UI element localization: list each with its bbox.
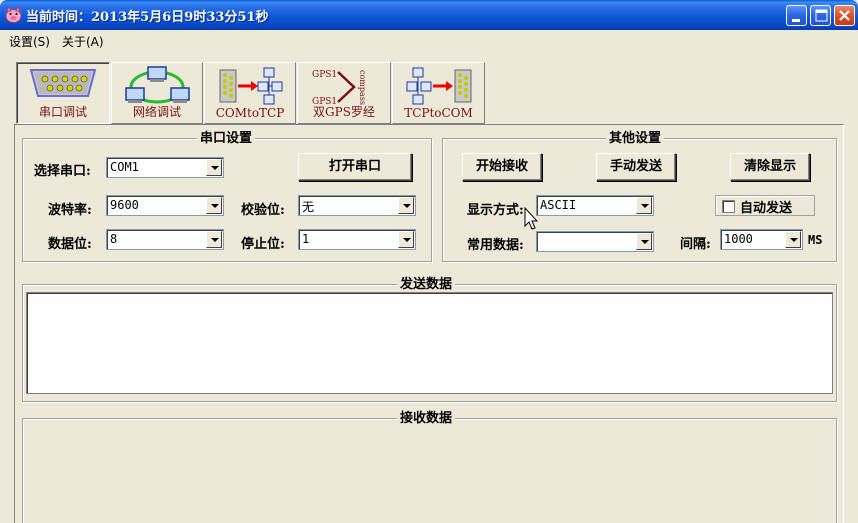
port-value: COM1 bbox=[110, 160, 139, 174]
tab-label: TCPtoCOM bbox=[404, 106, 473, 120]
receive-data-group: 接收数据 bbox=[22, 411, 837, 523]
title-bar[interactable]: 当前时间：2013年5月6日9时33分51秒 bbox=[0, 0, 858, 30]
interval-value: 1000 bbox=[724, 232, 753, 246]
tab-com-to-tcp[interactable]: COMtoTCP bbox=[204, 62, 296, 124]
common-data-select[interactable] bbox=[536, 231, 654, 252]
interval-select[interactable]: 1000 bbox=[720, 229, 803, 250]
display-mode-select[interactable]: ASCII bbox=[536, 195, 654, 216]
minimize-button[interactable] bbox=[786, 5, 807, 26]
stopbits-label: 停止位: bbox=[241, 237, 285, 252]
tab-label: 网络调试 bbox=[132, 105, 181, 119]
tab-label: 串口调试 bbox=[38, 105, 87, 119]
chevron-down-icon[interactable] bbox=[206, 159, 222, 176]
chevron-down-icon[interactable] bbox=[636, 233, 652, 250]
group-title: 接收数据 bbox=[397, 411, 456, 426]
mouse-cursor-icon bbox=[524, 207, 538, 230]
chevron-down-icon[interactable] bbox=[636, 197, 652, 214]
tcp-to-com-icon bbox=[406, 67, 471, 105]
tab-tcp-to-com[interactable]: TCPtoCOM bbox=[392, 62, 485, 124]
send-data-textarea[interactable] bbox=[26, 292, 833, 394]
baud-select[interactable]: 9600 bbox=[106, 195, 224, 216]
serial-port-icon bbox=[29, 69, 97, 97]
maximize-button[interactable] bbox=[810, 5, 831, 26]
tab-network-debug[interactable]: 网络调试 bbox=[111, 62, 203, 124]
parity-label: 校验位: bbox=[241, 203, 285, 218]
menu-bar: 设置(S) 关于(A) bbox=[0, 30, 858, 50]
parity-value: 无 bbox=[302, 200, 315, 214]
stopbits-select[interactable]: 1 bbox=[298, 229, 416, 250]
maximize-icon bbox=[815, 9, 828, 22]
com-to-tcp-icon bbox=[219, 67, 283, 105]
pig-app-icon bbox=[5, 7, 22, 23]
baud-value: 9600 bbox=[110, 198, 139, 212]
compass-side-text: compass bbox=[358, 70, 367, 105]
menu-settings[interactable]: 设置(S) bbox=[9, 33, 50, 50]
open-port-button[interactable]: 打开串口 bbox=[298, 153, 412, 181]
tool-tabs: 串口调试 网络调试 COMtoTCP GPS1 GPS1 compass 双GP bbox=[0, 52, 858, 124]
clear-display-button[interactable]: 清除显示 bbox=[730, 153, 810, 181]
databits-select[interactable]: 8 bbox=[106, 229, 224, 250]
auto-send-checkbox[interactable] bbox=[722, 200, 735, 213]
tab-serial-debug[interactable]: 串口调试 bbox=[16, 62, 110, 124]
chevron-down-icon[interactable] bbox=[785, 231, 801, 248]
close-icon bbox=[839, 10, 850, 21]
start-receive-button[interactable]: 开始接收 bbox=[462, 153, 542, 181]
gps-compass-icon: GPS1 GPS1 compass bbox=[312, 70, 367, 107]
chevron-down-icon[interactable] bbox=[398, 231, 414, 248]
chevron-down-icon[interactable] bbox=[206, 231, 222, 248]
interval-unit: MS bbox=[808, 233, 823, 247]
chevron-down-icon[interactable] bbox=[206, 197, 222, 214]
display-mode-label: 显示方式: bbox=[467, 203, 524, 218]
group-title: 其他设置 bbox=[606, 131, 665, 146]
menu-about[interactable]: 关于(A) bbox=[62, 33, 104, 50]
network-icon bbox=[125, 66, 190, 104]
manual-send-button[interactable]: 手动发送 bbox=[596, 153, 676, 181]
close-button[interactable] bbox=[834, 5, 855, 26]
auto-send-label: 自动发送 bbox=[740, 201, 793, 216]
parity-select[interactable]: 无 bbox=[298, 195, 416, 216]
chevron-down-icon[interactable] bbox=[398, 197, 414, 214]
tab-dual-gps-compass[interactable]: GPS1 GPS1 compass 双GPS罗经 bbox=[297, 62, 391, 124]
group-title: 串口设置 bbox=[197, 131, 256, 146]
stopbits-value: 1 bbox=[302, 232, 310, 246]
interval-label: 间隔: bbox=[680, 237, 711, 252]
databits-value: 8 bbox=[110, 232, 118, 246]
display-mode-value: ASCII bbox=[540, 198, 577, 212]
group-title: 发送数据 bbox=[397, 277, 456, 292]
common-data-label: 常用数据: bbox=[467, 238, 524, 253]
tab-label: COMtoTCP bbox=[215, 106, 285, 120]
auto-send-checkbox-group[interactable]: 自动发送 bbox=[715, 195, 815, 216]
port-label: 选择串口: bbox=[34, 164, 91, 179]
minimize-icon bbox=[792, 19, 800, 22]
baud-label: 波特率: bbox=[48, 203, 92, 218]
tab-label: 双GPS罗经 bbox=[313, 105, 375, 119]
gps-top-text: GPS1 bbox=[312, 70, 337, 80]
databits-label: 数据位: bbox=[48, 237, 92, 252]
window-title: 当前时间：2013年5月6日9时33分51秒 bbox=[26, 10, 269, 25]
port-select[interactable]: COM1 bbox=[106, 157, 224, 178]
